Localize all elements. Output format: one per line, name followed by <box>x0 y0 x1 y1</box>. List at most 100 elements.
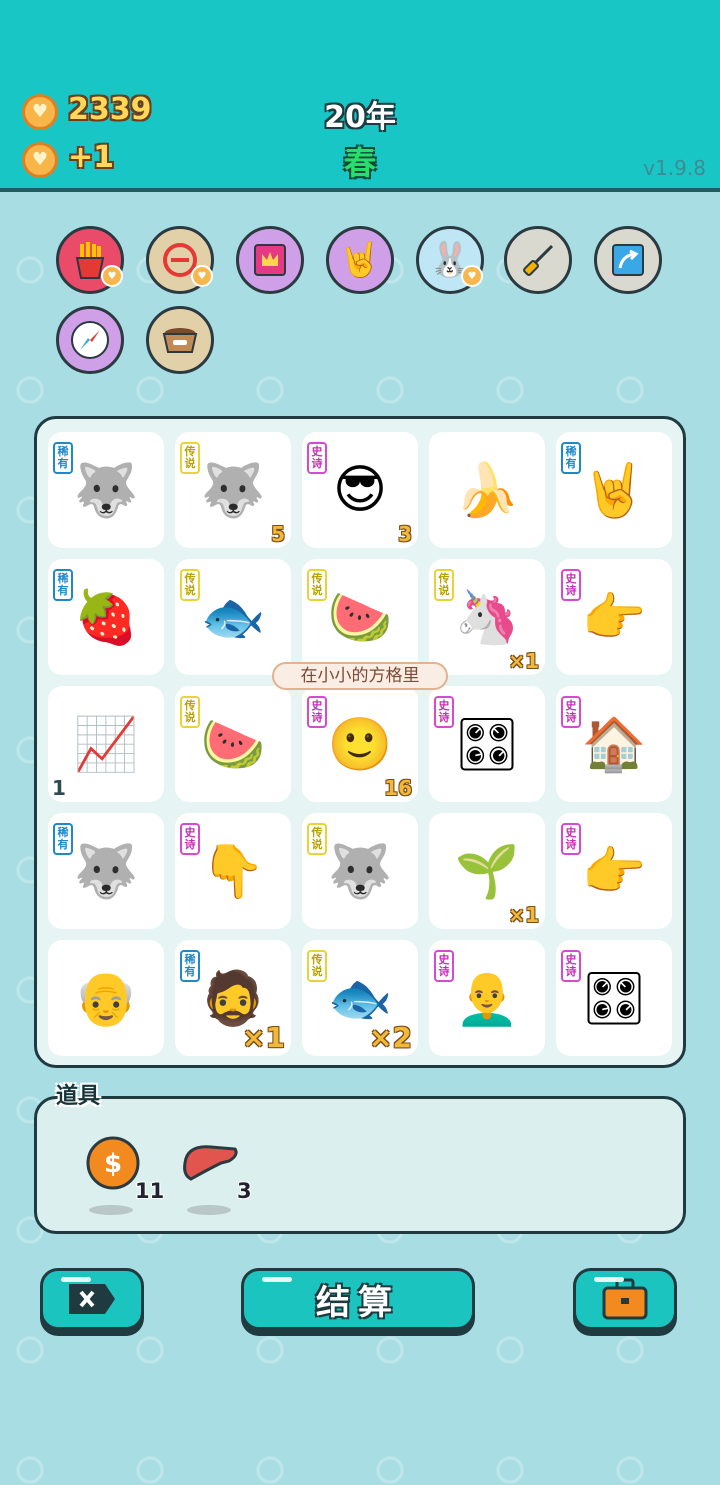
grid-cell[interactable]: 🍌 <box>429 432 545 548</box>
husky-icon: 🐺 <box>73 460 139 521</box>
exit-button[interactable] <box>40 1268 144 1330</box>
settle-button-label: 结算 <box>316 1282 400 1323</box>
item-count: 16 <box>384 776 412 800</box>
rarity-tag: 史诗 <box>561 950 581 982</box>
grid-cell[interactable]: 👉 史诗 <box>556 813 672 929</box>
fries-icon[interactable]: ♥ <box>56 226 124 294</box>
season-label: 春 <box>343 144 376 182</box>
gpu-card-icon: 🎛 <box>580 968 647 1029</box>
rarity-tag: 稀有 <box>180 950 200 982</box>
compass-icon[interactable] <box>56 306 124 374</box>
grid-cell[interactable]: 👇 史诗 <box>175 813 291 929</box>
grid-cell[interactable]: 🤘 稀有 <box>556 432 672 548</box>
rarity-tag: 稀有 <box>53 823 73 855</box>
grid-cell[interactable]: 🍉 传说 <box>302 559 418 675</box>
sprout-icon: 🌱 <box>454 841 520 902</box>
gpu-card-icon: 🎛 <box>453 714 520 775</box>
grid-cell[interactable]: 🎛 史诗 <box>556 940 672 1056</box>
grid-cell[interactable]: 🏠 史诗 <box>556 686 672 802</box>
grid-cell[interactable]: 👨‍🦲 史诗 <box>429 940 545 1056</box>
king-husky-icon: 🐺 <box>200 460 266 521</box>
lychee-icon: 🍓 <box>73 587 139 648</box>
heart-badge-icon: ♥ <box>461 265 483 287</box>
rarity-tag: 传说 <box>180 569 200 601</box>
grid-cell[interactable]: 📈 1 <box>48 686 164 802</box>
old-man-icon: 👴 <box>73 968 139 1029</box>
bucket-hat-man-icon: 🧔 <box>200 968 266 1029</box>
version-label: v1.9.8 <box>643 156 706 180</box>
rarity-tag: 史诗 <box>561 696 581 728</box>
liver-tool-count: 3 <box>237 1179 252 1203</box>
grid-cell[interactable]: 🎛 史诗 <box>429 686 545 802</box>
rarity-tag: 传说 <box>180 442 200 474</box>
coin-income-icon: ♥ <box>22 142 58 178</box>
screwdriver-graphic <box>523 244 554 276</box>
bald-man-icon: 👨‍🦲 <box>454 968 520 1029</box>
grid-cell[interactable]: 🐟 传说 ×2 <box>302 940 418 1056</box>
trend-card-icon: 📈 <box>73 714 139 775</box>
bunny-icon[interactable]: 🐰 ♥ <box>416 226 484 294</box>
grid-cell[interactable]: 🙂 史诗 16 <box>302 686 418 802</box>
grid-cell[interactable]: 🍓 稀有 <box>48 559 164 675</box>
item-grid: 🐺 稀有 🐺 传说 5 😎 史诗 3 🍌 🤘 稀有 🍓 稀有 🐟 传说 🍉 传说 🦄 传说 ×1 👉 史诗 📈 1 🍉 传说 🙂 史诗… <box>34 416 686 1068</box>
briefcase-icon <box>602 1278 648 1320</box>
watermelon-icon: 🍉 <box>327 587 393 648</box>
arrow-card-icon[interactable] <box>594 226 662 294</box>
tool-shadow <box>89 1205 133 1215</box>
item-count: ×2 <box>369 1021 412 1054</box>
svg-text:$: $ <box>104 1149 122 1179</box>
briefcase-button[interactable] <box>573 1268 677 1330</box>
item-count: ×1 <box>508 649 539 673</box>
rarity-tag: 传说 <box>307 950 327 982</box>
header-bar: ♥ 2339 ♥ +1 20年 春 v1.9.8 <box>0 0 720 192</box>
bunny-house-icon: 🏠 <box>581 714 647 775</box>
screwdriver-icon[interactable] <box>504 226 572 294</box>
crown-box-icon[interactable] <box>236 226 304 294</box>
rarity-tag: 稀有 <box>561 442 581 474</box>
tools-label: 道具 <box>56 1084 101 1109</box>
crown-box-graphic <box>254 244 286 276</box>
pointing-down-hand-icon: 👇 <box>200 841 266 902</box>
liver-tool[interactable]: 3 <box>181 1133 252 1215</box>
settle-button[interactable]: 结算 <box>241 1268 475 1330</box>
grid-cell[interactable]: 🐺 传说 5 <box>175 432 291 548</box>
minus-circle-icon[interactable]: ♥ <box>146 226 214 294</box>
grid-cell[interactable]: 😎 史诗 3 <box>302 432 418 548</box>
rarity-tag: 传说 <box>434 569 454 601</box>
coin-icon: ♥ <box>22 94 58 130</box>
coin-tool[interactable]: $ 11 <box>83 1133 164 1215</box>
tool-shadow <box>187 1205 231 1215</box>
grid-cell[interactable]: 🐺 传说 <box>302 813 418 929</box>
grid-cell[interactable]: 🐟 传说 <box>175 559 291 675</box>
dog-bowl-icon[interactable] <box>146 306 214 374</box>
grid-cell[interactable]: 🍉 传说 <box>175 686 291 802</box>
arrow-card-graphic <box>612 244 644 276</box>
button-shine <box>262 1277 292 1282</box>
item-count: ×1 <box>242 1021 285 1054</box>
pointing-hand-icon: 👉 <box>581 841 647 902</box>
coin-income: +1 <box>68 140 115 175</box>
rarity-tag: 史诗 <box>434 696 454 728</box>
banana-icon: 🍌 <box>454 460 520 521</box>
grid-cell[interactable]: 🐺 稀有 <box>48 813 164 929</box>
rock-hand-icon[interactable]: 🤘 <box>326 226 394 294</box>
tools-panel: $ 11 3 <box>34 1096 686 1234</box>
coin-count: 2339 <box>68 92 152 127</box>
grid-cell[interactable]: 🌱 ×1 <box>429 813 545 929</box>
dog-bowl-graphic <box>162 328 198 353</box>
rarity-tag: 史诗 <box>561 823 581 855</box>
rarity-tag: 史诗 <box>307 696 327 728</box>
rock-hand-icon: 🤘 <box>581 460 647 521</box>
grid-cell[interactable]: 🧔 稀有 ×1 <box>175 940 291 1056</box>
speech-bubble: 在小小的方格里 <box>272 662 448 690</box>
grid-cell[interactable]: 🦄 传说 ×1 <box>429 559 545 675</box>
grid-cell[interactable]: 👉 史诗 <box>556 559 672 675</box>
rarity-tag: 稀有 <box>53 569 73 601</box>
dollar-coin-icon: $ <box>86 1136 140 1190</box>
koi-fish-icon: 🐟 <box>327 968 393 1029</box>
grid-cell[interactable]: 🐺 稀有 <box>48 432 164 548</box>
grid-cell[interactable]: 👴 <box>48 940 164 1056</box>
item-count: 3 <box>398 522 412 546</box>
exit-icon <box>69 1284 115 1314</box>
rarity-tag: 史诗 <box>434 950 454 982</box>
